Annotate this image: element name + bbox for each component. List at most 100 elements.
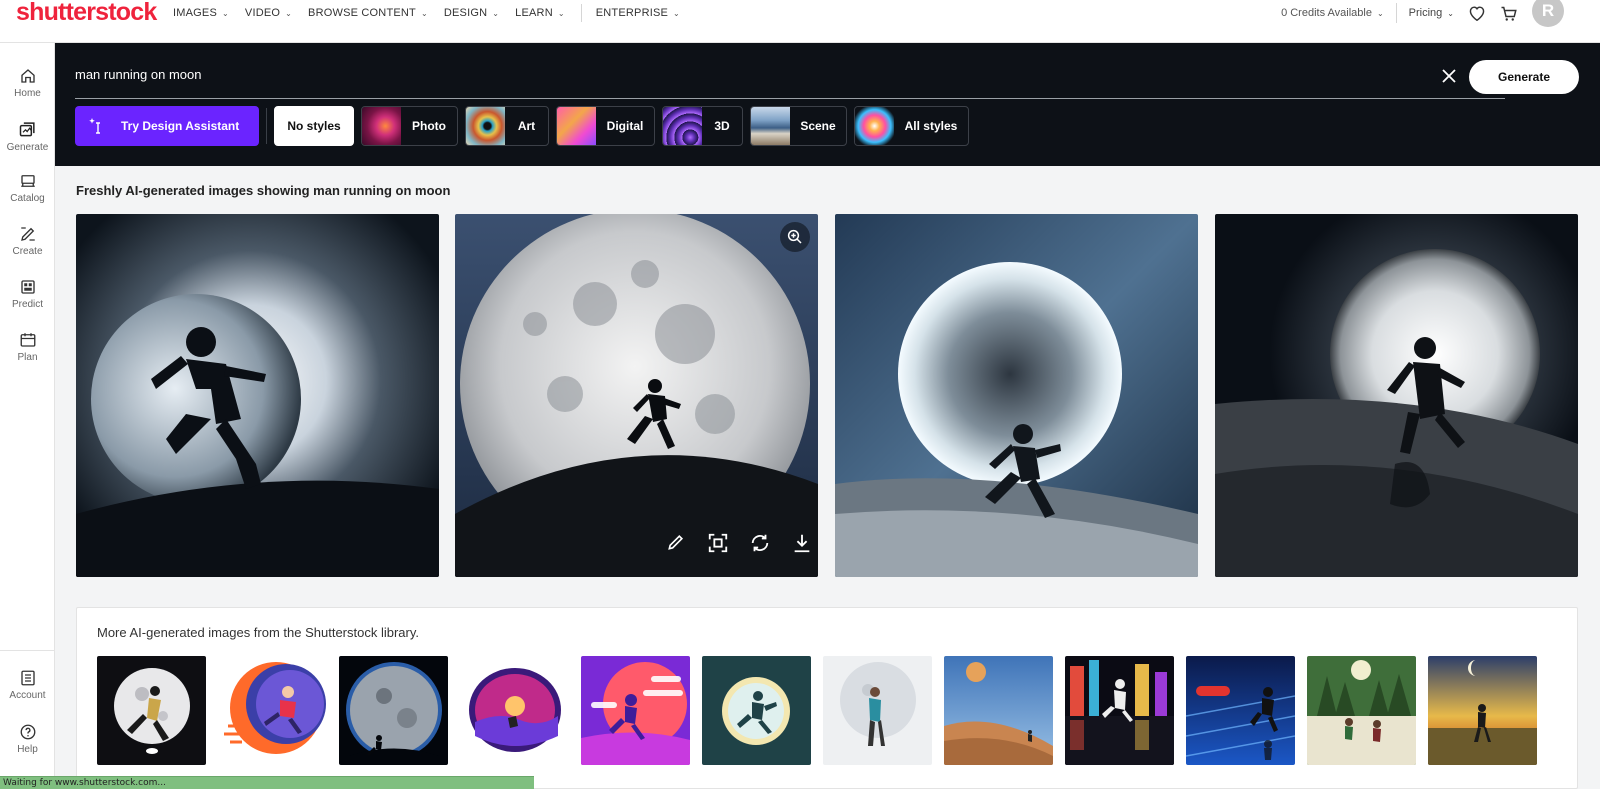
home-icon [20, 69, 35, 83]
generate-button[interactable]: Generate [1469, 60, 1579, 94]
sidebar-item-label: Predict [11, 299, 44, 310]
pricing-label: Pricing [1408, 7, 1443, 19]
edit-pencil-icon[interactable] [655, 532, 697, 554]
style-selector: Try Design Assistant No styles Photo Art… [75, 106, 976, 146]
shutterstock-logo[interactable]: shutterstock [16, 0, 157, 26]
library-thumbnail-8-art [944, 656, 1053, 765]
left-sidebar: Home Generate Catalog Create Predict Pla… [0, 43, 55, 789]
library-thumbnail-7-art [823, 656, 932, 765]
library-thumbnail[interactable] [1428, 656, 1537, 765]
nav-video[interactable]: VIDEO ⌄ [245, 7, 292, 19]
style-chip-art[interactable]: Art [465, 106, 549, 146]
library-thumbnail-4-art [460, 656, 569, 765]
sidebar-item-label: Catalog [10, 193, 45, 204]
style-chip-3d[interactable]: 3D [662, 106, 743, 146]
sidebar-item-plan[interactable]: Plan [0, 331, 55, 363]
nav-images[interactable]: IMAGES ⌄ [173, 7, 229, 19]
library-thumbnail[interactable] [702, 656, 811, 765]
sidebar-item-predict[interactable]: Predict [0, 278, 55, 310]
assistant-label: Try Design Assistant [121, 119, 240, 133]
sidebar-item-label: Generate [6, 142, 49, 153]
sidebar-item-label: Account [9, 690, 46, 701]
library-thumbnail[interactable] [823, 656, 932, 765]
style-chip-scene[interactable]: Scene [750, 106, 847, 146]
generated-image-3[interactable] [835, 214, 1198, 577]
style-chip-label: Art [517, 119, 536, 133]
nav-browse-content[interactable]: BROWSE CONTENT ⌄ [308, 7, 428, 19]
expand-frame-icon[interactable] [697, 532, 739, 554]
download-icon[interactable] [781, 532, 818, 554]
generated-image-2[interactable] [455, 214, 818, 577]
prompt-input[interactable]: man running on moon [75, 67, 201, 82]
sidebar-item-account[interactable]: Account [0, 669, 55, 701]
nav-divider [580, 4, 582, 22]
pricing-dropdown[interactable]: Pricing ⌄ [1409, 7, 1454, 19]
help-icon [20, 724, 35, 740]
generated-image-1[interactable] [76, 214, 439, 577]
cart-icon[interactable] [1500, 5, 1518, 22]
digital-style-thumbnail [557, 107, 596, 145]
library-thumbnail[interactable] [218, 656, 327, 765]
zoom-in-icon[interactable] [780, 222, 810, 252]
photo-style-thumbnail [362, 107, 401, 145]
library-thumbnail[interactable] [1186, 656, 1295, 765]
regenerate-icon[interactable] [739, 532, 781, 554]
library-thumbnail[interactable] [339, 656, 448, 765]
style-chip-photo[interactable]: Photo [361, 106, 458, 146]
style-chip-all-styles[interactable]: All styles [854, 106, 969, 146]
library-thumbnail-5-art [581, 656, 690, 765]
style-chip-no-styles[interactable]: No styles [274, 106, 354, 146]
nav-learn[interactable]: LEARN ⌄ [515, 7, 565, 19]
catalog-icon [20, 175, 35, 187]
library-thumbnail-1-art [97, 656, 206, 765]
generated-image-2-art [455, 214, 818, 577]
nav-design[interactable]: DESIGN ⌄ [444, 7, 499, 19]
close-icon[interactable] [1441, 68, 1459, 86]
main-menu: IMAGES ⌄ VIDEO ⌄ BROWSE CONTENT ⌄ DESIGN ⌄ L… [173, 0, 696, 26]
sidebar-item-create[interactable]: Create [0, 225, 55, 257]
library-thumbnail-2-art [218, 656, 327, 765]
sidebar-item-label: Plan [17, 352, 38, 363]
library-thumbnail-3-art [339, 656, 448, 765]
library-thumbnail-12-art [1428, 656, 1537, 765]
library-thumbnail-10-art [1186, 656, 1295, 765]
account-icon [20, 670, 35, 686]
sidebar-item-generate[interactable]: Generate [0, 119, 55, 153]
nav-divider [1395, 3, 1397, 23]
image-actions [655, 532, 818, 554]
chevron-down-icon: ⌄ [285, 8, 293, 18]
library-thumbnail[interactable] [1065, 656, 1174, 765]
nav-images-label: IMAGES [173, 7, 217, 19]
design-assistant-button[interactable]: Try Design Assistant [75, 106, 259, 146]
sidebar-item-label: Home [14, 88, 41, 99]
library-thumbnail[interactable] [97, 656, 206, 765]
chevron-down-icon: ⌄ [1376, 8, 1384, 18]
sidebar-item-catalog[interactable]: Catalog [0, 172, 55, 204]
chevron-down-icon: ⌄ [222, 8, 229, 18]
nav-browse-label: BROWSE CONTENT [308, 7, 416, 19]
credits-dropdown[interactable]: 0 Credits Available ⌄ [1281, 7, 1384, 19]
library-heading: More AI-generated images from the Shutte… [97, 625, 420, 640]
library-thumbnail[interactable] [944, 656, 1053, 765]
library-thumbnail-6-art [702, 656, 811, 765]
3d-style-thumbnail [663, 107, 702, 145]
generated-image-3-art [835, 214, 1198, 577]
avatar[interactable]: R [1532, 0, 1564, 27]
sidebar-item-help[interactable]: Help [0, 723, 55, 755]
generated-image-4[interactable] [1215, 214, 1578, 577]
library-thumbnail[interactable] [460, 656, 569, 765]
sidebar-item-home[interactable]: Home [0, 67, 55, 99]
style-chip-label: Digital [606, 119, 644, 133]
prompt-underline [75, 98, 1505, 99]
heart-icon[interactable] [1468, 5, 1486, 21]
nav-enterprise[interactable]: ENTERPRISE ⌄ [596, 7, 680, 19]
library-thumbnail[interactable] [581, 656, 690, 765]
style-chip-digital[interactable]: Digital [556, 106, 655, 146]
top-navigation: shutterstock IMAGES ⌄ VIDEO ⌄ BROWSE CONTE… [0, 0, 1600, 43]
library-thumbnail[interactable] [1307, 656, 1416, 765]
nav-learn-label: LEARN [515, 7, 553, 19]
sparkle-cursor-icon [89, 117, 105, 135]
browser-status-bar: Waiting for www.shutterstock.com... [0, 776, 534, 789]
generated-image-4-art [1215, 214, 1578, 577]
style-chip-label: 3D [714, 119, 730, 133]
